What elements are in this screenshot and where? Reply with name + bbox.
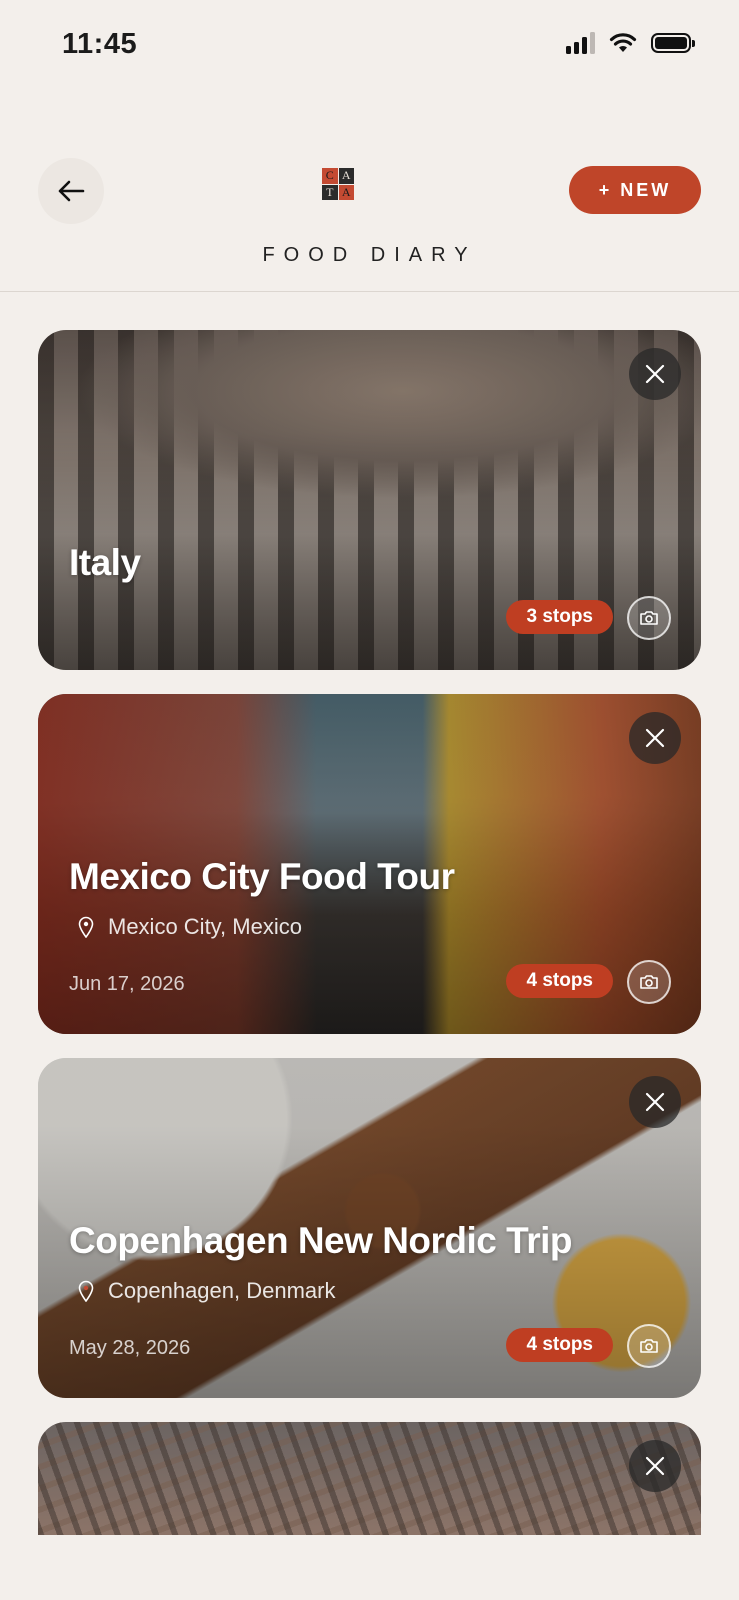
map-pin-icon [78, 1280, 94, 1302]
logo-letter: A [338, 184, 354, 200]
trip-title: Copenhagen New Nordic Trip [69, 1220, 573, 1261]
camera-icon [640, 611, 658, 625]
logo-letter: A [338, 168, 354, 184]
logo-letter: T [322, 184, 338, 200]
cellular-signal-icon [566, 32, 595, 54]
map-pin-icon [78, 916, 94, 938]
trip-card-partial[interactable] [38, 1422, 701, 1535]
add-photo-button[interactable] [627, 596, 671, 640]
page-title: FOOD DIARY [262, 244, 477, 266]
status-time: 11:45 [62, 28, 138, 60]
trip-date: May 28, 2026 [69, 1337, 191, 1359]
close-icon [645, 1456, 665, 1476]
trip-title: Mexico City Food Tour [69, 856, 455, 897]
wifi-icon [609, 33, 637, 52]
close-icon [645, 1092, 665, 1112]
stops-badge: 3 stops [506, 600, 613, 634]
back-button[interactable] [38, 158, 104, 224]
trip-card-mexico-city[interactable]: Mexico City Food Tour Mexico City, Mexic… [38, 694, 701, 1034]
stops-badge: 4 stops [506, 964, 613, 998]
trip-date: Jun 17, 2026 [69, 973, 185, 995]
trip-location-label: Mexico City, Mexico [108, 914, 302, 939]
battery-icon [651, 33, 695, 53]
trip-card-copenhagen[interactable]: Copenhagen New Nordic Trip Copenhagen, D… [38, 1058, 701, 1398]
add-photo-button[interactable] [627, 1324, 671, 1368]
new-trip-button[interactable]: + NEW [569, 166, 701, 214]
add-photo-button[interactable] [627, 960, 671, 1004]
trip-card-italy[interactable]: Italy 3 stops [38, 330, 701, 670]
arrow-left-icon [58, 180, 85, 202]
status-icons [566, 32, 695, 54]
trip-location-label: Copenhagen, Denmark [108, 1278, 336, 1303]
trip-location: Copenhagen, Denmark [78, 1278, 335, 1304]
app-logo: C A T A [322, 168, 354, 200]
delete-trip-button[interactable] [629, 348, 681, 400]
trip-cover-image [38, 1422, 701, 1535]
trip-location: Mexico City, Mexico [78, 914, 302, 940]
stops-badge: 4 stops [506, 1328, 613, 1362]
camera-icon [640, 975, 658, 989]
camera-icon [640, 1339, 658, 1353]
close-icon [645, 364, 665, 384]
logo-letter: C [322, 168, 338, 184]
header-divider [0, 291, 739, 292]
delete-trip-button[interactable] [629, 1440, 681, 1492]
trip-title: Italy [69, 542, 141, 583]
close-icon [645, 728, 665, 748]
delete-trip-button[interactable] [629, 712, 681, 764]
delete-trip-button[interactable] [629, 1076, 681, 1128]
